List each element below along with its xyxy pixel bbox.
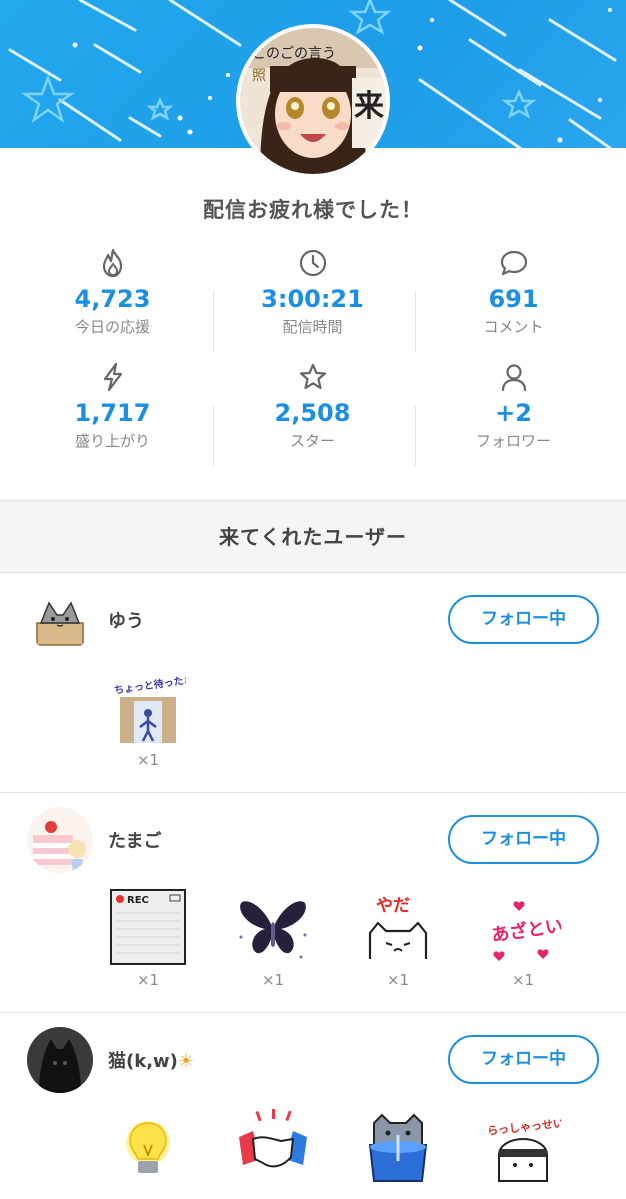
sticker-text: らっしゃっせい!: [487, 1116, 561, 1138]
star-icon: [208, 360, 417, 394]
avatar-caption-kanji: 来: [354, 89, 384, 124]
following-button[interactable]: フォロー中: [448, 595, 599, 644]
page-title: 配信お疲れ様でした！: [203, 198, 423, 222]
gift-item: [233, 1109, 313, 1185]
user-name[interactable]: たまご: [108, 827, 161, 853]
following-button[interactable]: フォロー中: [448, 815, 599, 864]
flame-icon: [8, 246, 217, 280]
sun-icon: ☀: [177, 1051, 195, 1072]
user-name-text: 猫(k,w): [108, 1051, 178, 1072]
irasshai-sticker: らっしゃっせい!: [485, 1109, 561, 1185]
stat-label: スター: [289, 432, 335, 450]
cat-cup-sticker: [360, 1109, 436, 1185]
gift-item: REC ×1: [108, 889, 188, 989]
lightbulb-sticker: [110, 1109, 186, 1185]
gift-item: らっしゃっせい!: [483, 1109, 563, 1185]
yada-cat-sticker: やだ: [360, 889, 436, 965]
gift-item: ちょっと待ったぁぁ!! ×1: [108, 669, 188, 769]
person-icon: [409, 360, 618, 394]
gift-count: ×1: [511, 971, 535, 989]
stat-label: コメント: [483, 318, 544, 336]
stat-duration: 3:00:21 配信時間: [208, 246, 417, 337]
clock-icon: [208, 246, 417, 280]
streamer-avatar[interactable]: このごの言う 来 照: [236, 24, 390, 178]
azatoi-sticker: あざとい: [485, 889, 561, 965]
gift-item: あざとい ×1: [483, 889, 563, 989]
user-row: 猫(k,w)☀ フォロー中 らっしゃっせい!: [0, 1013, 626, 1199]
stat-value: +2: [495, 399, 532, 427]
following-button[interactable]: フォロー中: [448, 1035, 599, 1084]
stat-followers: +2 フォロワー: [409, 360, 618, 451]
avatar[interactable]: [27, 1027, 93, 1093]
door-sticker: ちょっと待ったぁぁ!!: [110, 669, 186, 745]
rec-sticker: REC: [110, 889, 186, 965]
stat-stars: 2,508 スター: [208, 360, 417, 451]
stat-label: フォロワー: [475, 432, 551, 450]
sticker-text: あざとい: [490, 915, 561, 947]
avatar-caption: このごの言う: [252, 46, 336, 62]
gift-item: やだ ×1: [358, 889, 438, 989]
stat-label: 配信時間: [282, 318, 343, 336]
user-row: たまご フォロー中 REC ×1 ×1 やだ ×1 あざとい ×1: [0, 793, 626, 1013]
avatar[interactable]: [27, 587, 93, 653]
sticker-text: REC: [127, 895, 149, 906]
stat-value: 4,723: [74, 285, 151, 313]
comment-icon: [409, 246, 618, 280]
gift-item: [108, 1109, 188, 1185]
stat-support: 4,723 今日の応援: [8, 246, 217, 337]
gift-item: ×1: [233, 889, 313, 989]
stat-label: 盛り上がり: [74, 432, 150, 450]
cat-box-avatar-image: [27, 587, 93, 653]
stat-value: 1,717: [74, 399, 151, 427]
cat-silhouette-avatar-image: [27, 1027, 93, 1093]
stat-value: 3:00:21: [261, 285, 364, 313]
stat-comments: 691 コメント: [409, 246, 618, 337]
sticker-text: やだ: [376, 896, 410, 916]
avatar[interactable]: [27, 807, 93, 873]
gift-count: ×1: [386, 971, 410, 989]
gift-count: ×1: [136, 971, 160, 989]
lightning-icon: [8, 360, 217, 394]
handshake-sticker: [235, 1109, 311, 1185]
butterfly-sticker: [235, 889, 311, 965]
visitors-heading: 来てくれたユーザー: [0, 500, 626, 573]
gift-count: ×1: [136, 751, 160, 769]
stat-value: 691: [488, 285, 539, 313]
gift-item: [358, 1109, 438, 1185]
stat-label: 今日の応援: [74, 318, 150, 336]
user-name[interactable]: 猫(k,w)☀: [108, 1047, 194, 1073]
user-row: ゆう フォロー中 ちょっと待ったぁぁ!! ×1: [0, 573, 626, 793]
user-name[interactable]: ゆう: [108, 607, 144, 633]
cake-avatar-image: [27, 807, 93, 873]
stat-excitement: 1,717 盛り上がり: [8, 360, 217, 451]
gift-count: ×1: [261, 971, 285, 989]
streamer-avatar-image: このごの言う 来 照: [240, 28, 386, 174]
avatar-caption-small: 照: [252, 68, 266, 84]
stat-value: 2,508: [274, 399, 351, 427]
